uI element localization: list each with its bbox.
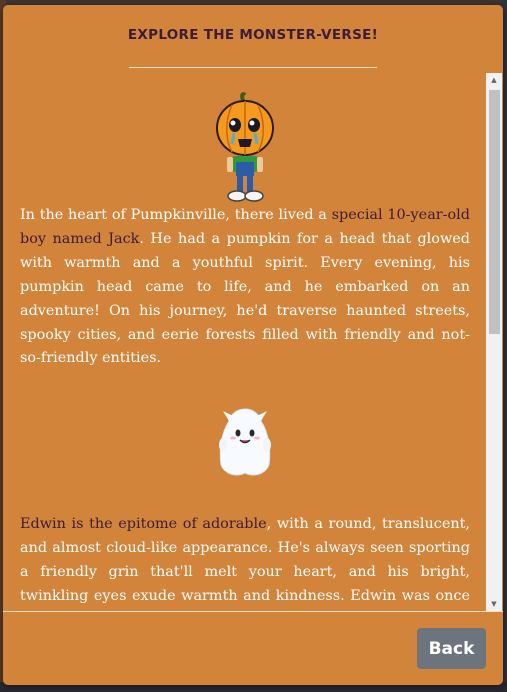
pumpkin-boy-icon xyxy=(215,92,274,202)
modal-title: EXPLORE THE MONSTER-VERSE! xyxy=(127,27,379,43)
story-paragraph: Edwin is the epitome of adorable, with a… xyxy=(20,516,470,605)
footer-divider xyxy=(3,611,503,612)
scrollbar-thumb[interactable] xyxy=(489,90,500,334)
story-scroll-area[interactable]: In the heart of Pumpkinville, there live… xyxy=(3,73,486,611)
scroll-up-icon[interactable]: ▲ xyxy=(486,73,502,87)
story-highlight: Edwin is the epitome of adorable xyxy=(20,516,267,533)
back-button[interactable]: Back xyxy=(417,628,486,669)
scrollbar[interactable]: ▲ ▼ xyxy=(486,73,502,611)
ghost-icon xyxy=(218,408,271,476)
title-divider xyxy=(129,67,377,68)
story-modal: EXPLORE THE MONSTER-VERSE! In the heart … xyxy=(3,5,503,685)
story-paragraph: In the heart of Pumpkinville, there live… xyxy=(20,207,470,367)
scroll-down-icon[interactable]: ▼ xyxy=(486,597,502,611)
